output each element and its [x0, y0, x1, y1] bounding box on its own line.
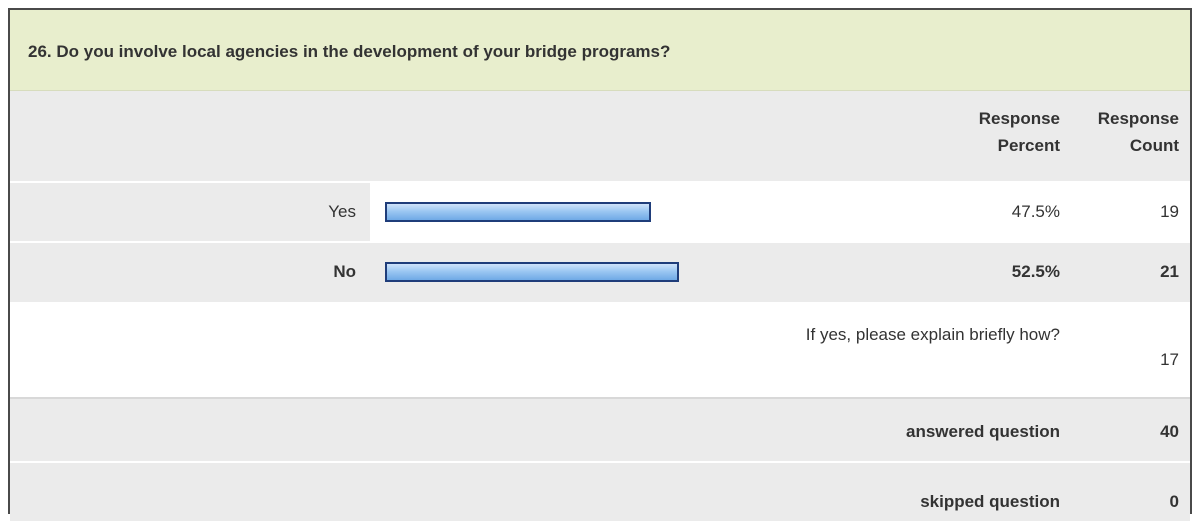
- response-bar-no: [385, 262, 679, 282]
- skipped-question-row: skipped question 0: [10, 461, 1190, 521]
- bar-track-yes: [385, 202, 945, 222]
- answer-label-no: No: [333, 262, 356, 281]
- other-explanation-link[interactable]: If yes, please explain briefly how?: [806, 325, 1060, 345]
- survey-results-table: 26. Do you involve local agencies in the…: [8, 8, 1192, 521]
- question-title: 26. Do you involve local agencies in the…: [28, 42, 671, 61]
- bar-track-no: [385, 262, 945, 282]
- response-percent-header-line2: Percent: [997, 136, 1060, 155]
- response-bar-yes: [385, 202, 651, 222]
- response-count-no: 21: [1160, 262, 1179, 281]
- answer-label-yes: Yes: [328, 202, 356, 221]
- answer-row-yes: Yes 47.5% 19: [10, 181, 1190, 241]
- response-count-header-line2: Count: [1129, 136, 1179, 155]
- column-header-row: Response Percent Response Count: [10, 91, 1190, 180]
- answer-row-no: No 52.5% 21: [10, 241, 1190, 301]
- question-header: 26. Do you involve local agencies in the…: [10, 10, 1190, 91]
- skipped-question-value: 0: [1169, 492, 1179, 511]
- other-explanation-row: If yes, please explain briefly how? 17: [10, 302, 1190, 400]
- response-count-header-line1: Response: [1097, 109, 1179, 128]
- response-percent-no: 52.5%: [1011, 262, 1060, 281]
- response-percent-yes: 47.5%: [1011, 202, 1060, 221]
- answered-question-row: answered question 40: [10, 399, 1190, 457]
- skipped-question-label: skipped question: [920, 492, 1060, 511]
- response-count-yes: 19: [1160, 202, 1179, 221]
- response-percent-header-line1: Response: [978, 109, 1060, 128]
- answered-question-label: answered question: [906, 422, 1060, 441]
- other-explanation-count: 17: [1160, 350, 1179, 369]
- answered-question-value: 40: [1160, 422, 1179, 441]
